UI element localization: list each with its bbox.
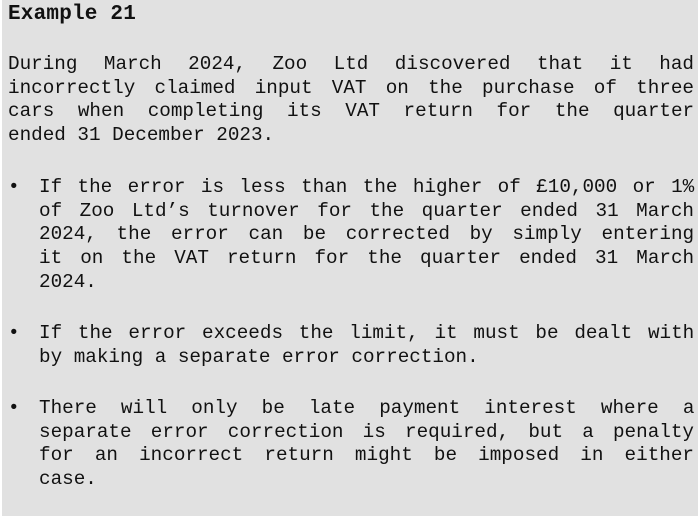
example-box: Example 21 During March 2024, Zoo Ltd di…: [0, 0, 698, 516]
bullet-line: of Zoo Ltd’s turnover for the quarter en…: [39, 199, 694, 222]
intro-paragraph: During March 2024, Zoo Ltd discovered th…: [8, 53, 694, 148]
bullet-line: separate error correction is required, b…: [39, 420, 694, 443]
bullet-line: 2024.: [39, 270, 97, 293]
bullet-icon: •: [8, 176, 20, 198]
bullet-line: 2024, the error can be corrected by simp…: [39, 223, 695, 246]
bullet-text: If the error exceeds the limit, it must …: [39, 322, 694, 369]
intro-line: ended 31 December 2023.: [8, 124, 275, 147]
bullet-text: There will only be late payment interest…: [39, 397, 694, 492]
bullet-line: by making a separate error correction.: [39, 345, 479, 368]
bullet-line: If the error is less than the higher of …: [39, 176, 695, 198]
bullet-text: If the error is less than the higher of …: [39, 176, 694, 295]
bullet-line: it on the VAT return for the quarter end…: [39, 247, 695, 270]
bullet-line: If the error exceeds the limit, it must …: [39, 322, 695, 344]
bullet-line: case.: [39, 468, 97, 491]
bullet-icon: •: [8, 397, 20, 419]
example-title: Example 21: [8, 3, 137, 26]
bullet-line: There will only be late payment interest…: [39, 397, 695, 419]
bullet-icon: •: [8, 322, 20, 344]
intro-line: incorrectly claimed input VAT on the pur…: [8, 76, 694, 99]
intro-line: During March 2024, Zoo Ltd discovered th…: [8, 53, 694, 75]
bullet-line: for an incorrect return might be imposed…: [39, 444, 694, 467]
intro-line: cars when completing its VAT return for …: [8, 100, 695, 123]
